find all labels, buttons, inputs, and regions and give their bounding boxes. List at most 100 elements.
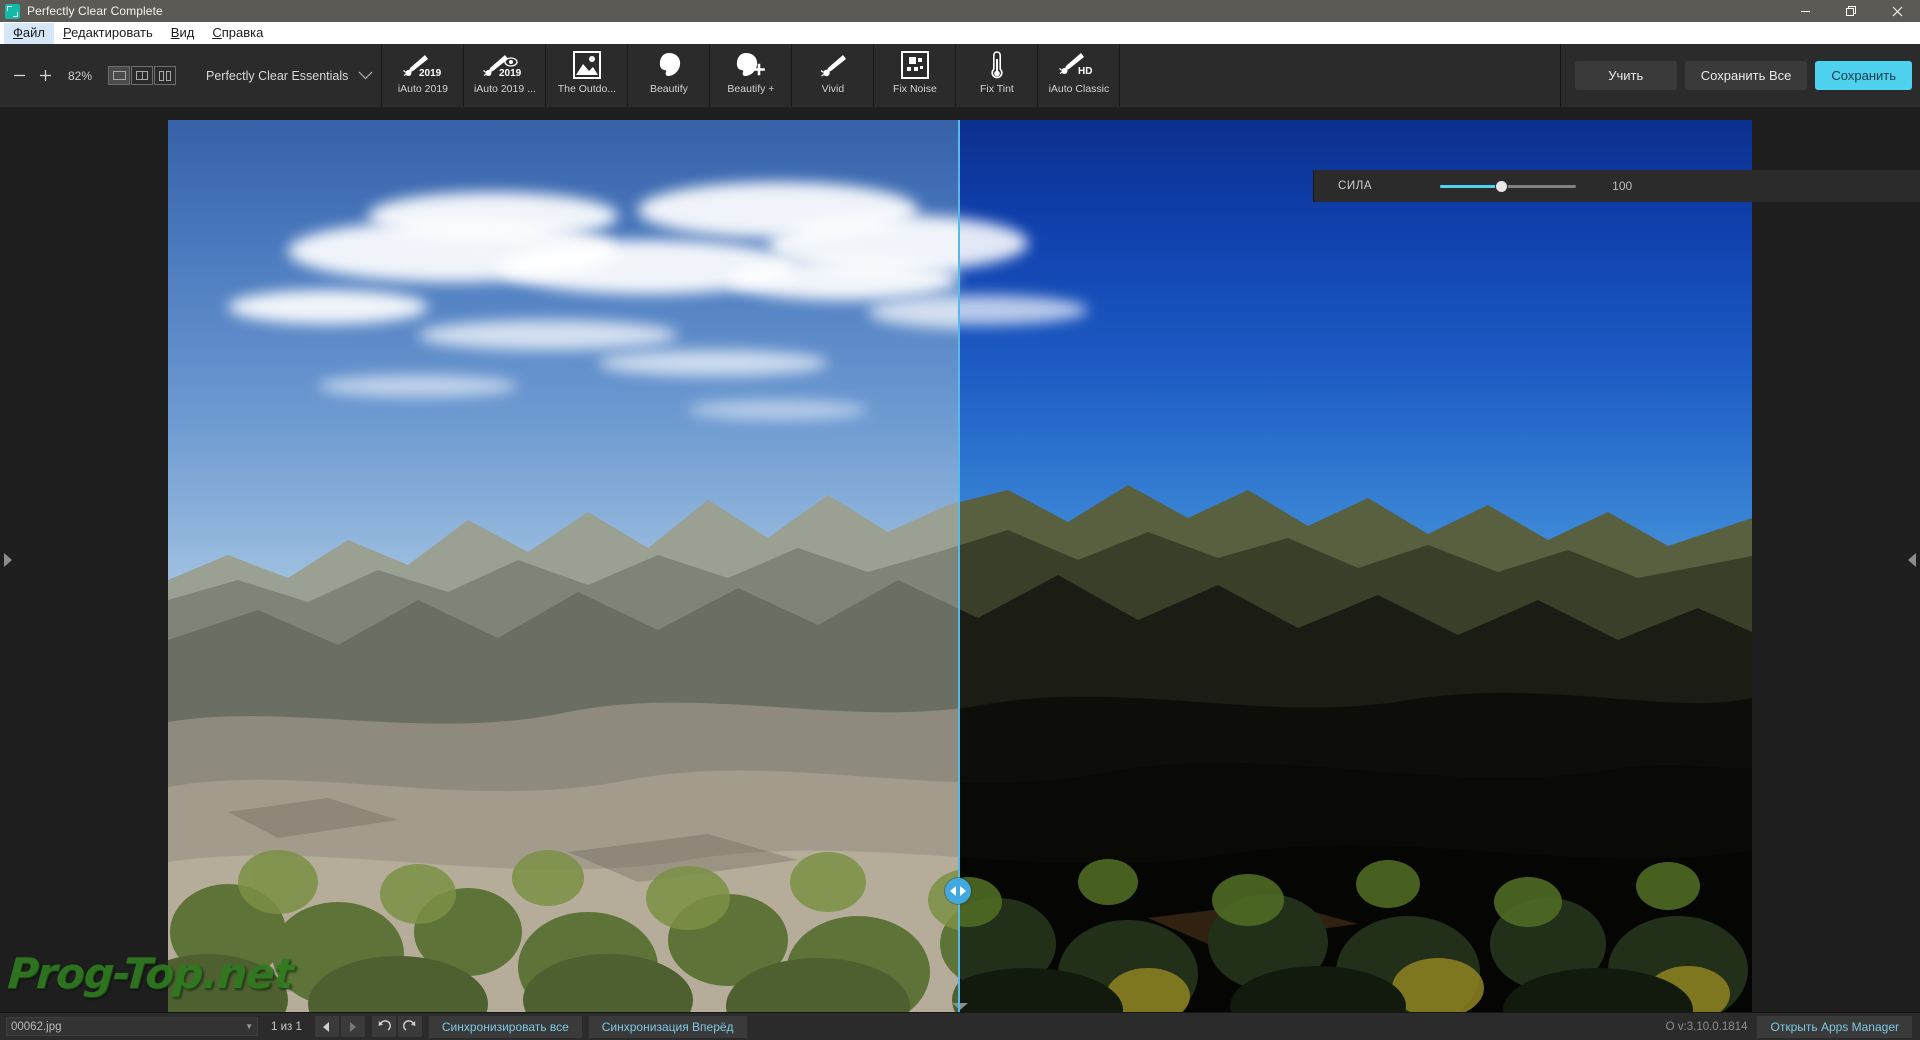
chevron-right-panel-icon[interactable]	[4, 552, 12, 567]
minus-icon[interactable]	[6, 63, 32, 89]
menu-file[interactable]: Файл	[4, 22, 54, 44]
version-label: О v:3.10.0.1814	[1665, 1020, 1748, 1033]
toolbar-actions: Учить Сохранить Все Сохранить	[1559, 44, 1920, 107]
menu-edit[interactable]: Редактировать	[54, 23, 162, 44]
main-toolbar: 82% Perfectly Clear Essentials 2019 iAut…	[0, 44, 1920, 107]
before-after-photo[interactable]	[168, 120, 1752, 1012]
vegetation-after	[958, 859, 1748, 1012]
menu-help-label: правка	[221, 24, 264, 40]
strength-slider[interactable]	[1440, 178, 1577, 194]
photo-before-half	[168, 120, 958, 1012]
preset-iauto-2019[interactable]: 2019 iAuto 2019	[382, 44, 465, 107]
page-indicator: 1 из 1	[271, 1020, 302, 1033]
photo-after-half	[958, 120, 1752, 1012]
plus-icon[interactable]	[32, 63, 58, 89]
open-apps-manager-button[interactable]: Открыть Apps Manager	[1757, 1015, 1912, 1038]
menu-edit-accel: Р	[62, 24, 72, 40]
zoom-controls: 82%	[0, 44, 176, 107]
image-nav-group	[314, 1016, 365, 1037]
strength-label: СИЛА	[1338, 180, 1373, 192]
menu-bar: Файл Редактировать Вид Справка	[0, 22, 1920, 44]
thermometer-icon	[988, 50, 1006, 80]
learn-button[interactable]: Учить	[1574, 61, 1677, 90]
view-mode-group	[108, 66, 176, 85]
preset-group-selector[interactable]: Perfectly Clear Essentials	[206, 44, 381, 107]
save-all-button[interactable]: Сохранить Все	[1684, 61, 1808, 90]
undo-icon[interactable]	[371, 1016, 396, 1037]
save-button[interactable]: Сохранить	[1815, 61, 1912, 90]
image-canvas[interactable]	[0, 107, 1920, 1012]
preset-vivid[interactable]: Vivid	[792, 44, 875, 107]
preset-fix-tint[interactable]: Fix Tint	[956, 44, 1039, 107]
window-controls	[1782, 0, 1920, 22]
sync-all-button[interactable]: Синхронизировать все	[428, 1015, 582, 1038]
preset-iauto-2019-plus[interactable]: 2019 iAuto 2019 ...	[464, 44, 547, 107]
preset-group-label: Perfectly Clear Essentials	[206, 68, 349, 83]
previous-image-icon[interactable]	[314, 1016, 339, 1037]
view-mode-split-compare[interactable]	[154, 66, 176, 85]
preset-label: Beautify	[649, 83, 688, 95]
brush-hd-icon: HD	[1057, 50, 1101, 80]
zoom-level-label: 82%	[67, 68, 93, 83]
landscape-photo-icon	[572, 50, 601, 80]
menu-edit-label: едактировать	[71, 24, 153, 40]
menu-view-label: ид	[179, 24, 195, 40]
svg-text:2019: 2019	[419, 68, 442, 78]
window-title: Perfectly Clear Complete	[27, 4, 163, 18]
status-right-group: О v:3.10.0.1814 Открыть Apps Manager	[1665, 1015, 1914, 1038]
view-mode-side-by-side[interactable]	[131, 66, 153, 85]
strength-panel: СИЛА 100	[1313, 170, 1920, 202]
preset-label: Fix Tint	[980, 83, 1014, 95]
menu-view[interactable]: Вид	[162, 23, 204, 44]
redo-icon[interactable]	[397, 1016, 422, 1037]
face-plus-icon	[733, 50, 769, 80]
caret-down-icon: ▼	[245, 1022, 253, 1031]
file-selector[interactable]: 00062.jpg ▼	[6, 1017, 258, 1036]
brush-2019-icon: 2019	[401, 50, 445, 80]
split-compare-handle-icon[interactable]	[945, 878, 971, 904]
watermark: Prog-Top.net	[6, 949, 295, 998]
perfectly-clear-logo-icon	[5, 3, 20, 19]
chevron-up-panel-icon[interactable]	[952, 1003, 968, 1010]
slider-fill	[1440, 184, 1502, 188]
preset-beautify[interactable]: Beautify	[628, 44, 711, 107]
next-image-icon[interactable]	[340, 1016, 365, 1037]
preset-list: 2019 iAuto 2019 2019 iAuto 2019 ... The …	[381, 44, 1121, 107]
preset-fix-noise[interactable]: Fix Noise	[874, 44, 957, 107]
status-bar: 00062.jpg ▼ 1 из 1 Синхронизировать все …	[0, 1012, 1920, 1040]
chevron-down-icon	[358, 71, 373, 80]
scene-before	[168, 120, 958, 1012]
sync-forward-button[interactable]: Синхронизация Вперёд	[588, 1015, 747, 1038]
preset-label: Beautify +	[727, 83, 775, 95]
face-icon	[654, 50, 684, 80]
menu-help[interactable]: Справка	[203, 23, 272, 44]
preset-the-outdoors[interactable]: The Outdo...	[546, 44, 629, 107]
preset-label: Fix Noise	[893, 83, 937, 95]
slider-knob[interactable]	[1495, 180, 1507, 192]
view-mode-single[interactable]	[108, 66, 130, 85]
svg-text:HD: HD	[1078, 66, 1092, 77]
menu-file-label: айл	[22, 24, 45, 40]
strength-value: 100	[1612, 179, 1633, 193]
preset-label: The Outdo...	[557, 83, 617, 95]
preset-label: iAuto Classic	[1048, 83, 1110, 95]
noise-grid-icon	[900, 50, 929, 80]
restore-icon[interactable]	[1828, 0, 1874, 22]
menu-help-accel: С	[212, 24, 222, 40]
current-filename: 00062.jpg	[11, 1020, 62, 1033]
preset-label: iAuto 2019	[397, 83, 449, 95]
preset-label: iAuto 2019 ...	[473, 83, 536, 95]
scene-after	[958, 120, 1752, 1012]
title-bar: Perfectly Clear Complete	[0, 0, 1920, 22]
preset-iauto-classic[interactable]: HD iAuto Classic	[1038, 44, 1121, 107]
close-icon[interactable]	[1874, 0, 1920, 22]
minimize-icon[interactable]	[1782, 0, 1828, 22]
undo-redo-group	[371, 1016, 422, 1037]
brush-2019-eye-icon: 2019	[481, 50, 529, 80]
menu-file-accel: Ф	[13, 24, 23, 40]
application-window: Perfectly Clear Complete Файл Редактиров…	[0, 0, 1920, 1040]
chevron-left-panel-icon[interactable]	[1908, 552, 1916, 567]
preset-beautify-plus[interactable]: Beautify +	[710, 44, 793, 107]
workspace: СИЛА 100 Prog-Top.net	[0, 107, 1920, 1012]
svg-text:2019: 2019	[499, 68, 522, 78]
